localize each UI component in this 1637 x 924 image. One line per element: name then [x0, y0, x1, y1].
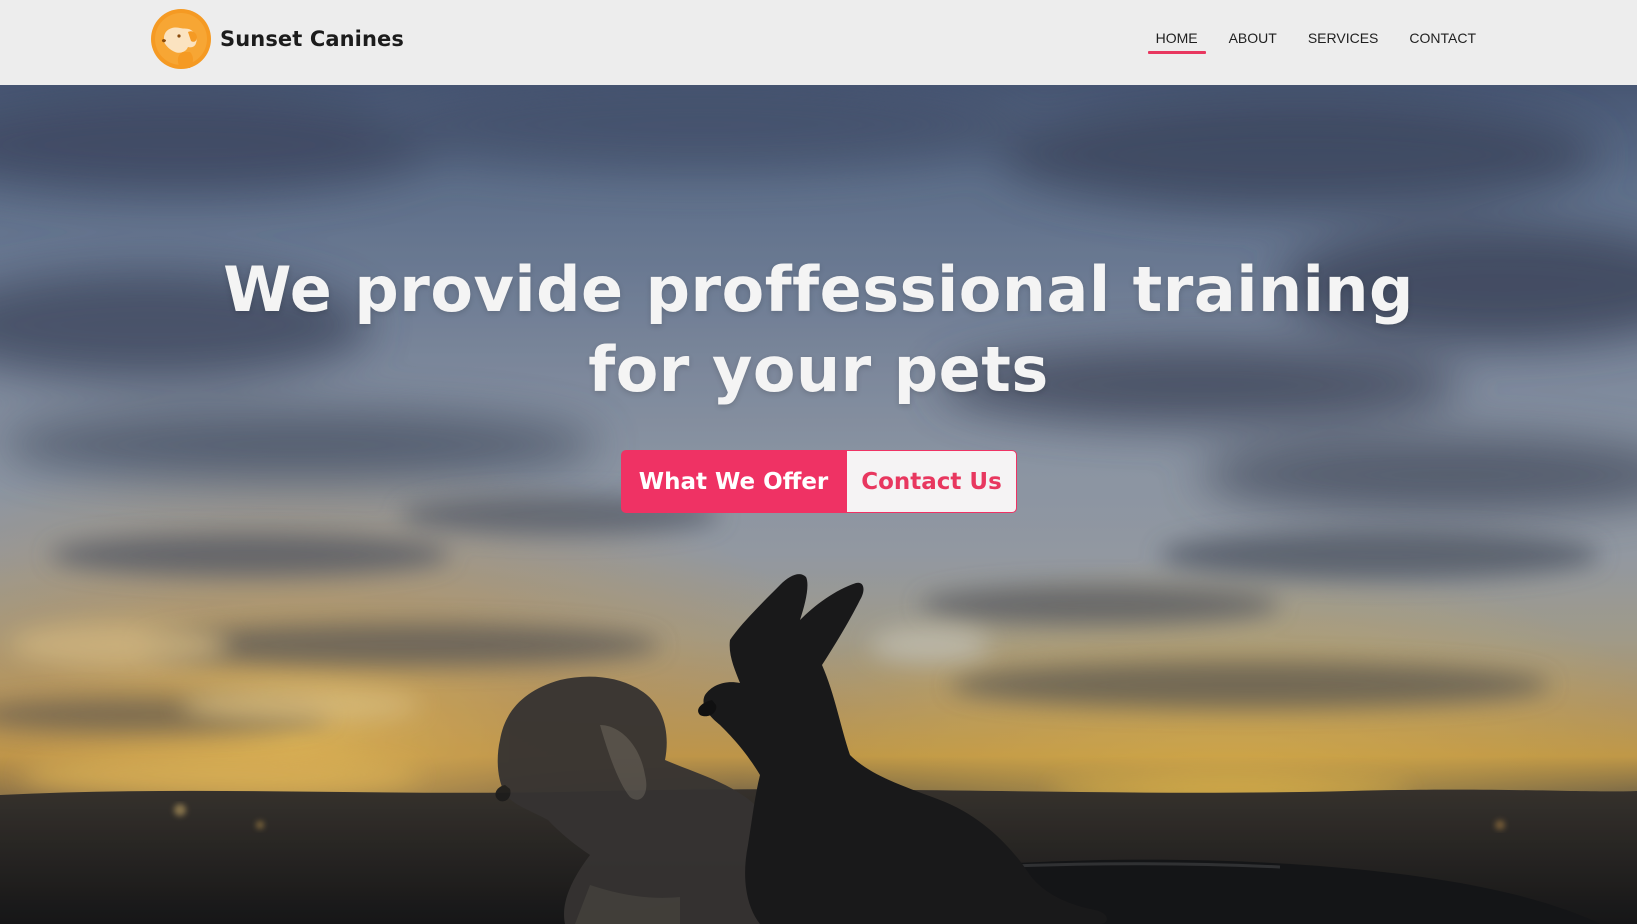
- hero-section: We provide proffessional training for yo…: [0, 85, 1637, 924]
- nav-home[interactable]: HOME: [1147, 30, 1206, 54]
- what-we-offer-button[interactable]: What We Offer: [621, 450, 846, 513]
- brand-name: Sunset Canines: [220, 27, 404, 51]
- hero-title-line2: for your pets: [588, 333, 1049, 406]
- nav-contact[interactable]: CONTACT: [1409, 30, 1476, 52]
- page: Sunset Canines HOME ABOUT SERVICES CONTA…: [0, 0, 1637, 924]
- main-nav: HOME ABOUT SERVICES CONTACT: [1125, 30, 1476, 54]
- hero-title: We provide proffessional training for yo…: [200, 250, 1437, 410]
- nav-about[interactable]: ABOUT: [1229, 30, 1277, 52]
- site-header: Sunset Canines HOME ABOUT SERVICES CONTA…: [0, 0, 1637, 85]
- brand[interactable]: Sunset Canines: [150, 8, 404, 70]
- nav-services[interactable]: SERVICES: [1308, 30, 1379, 52]
- hero-title-line1: We provide proffessional training: [223, 253, 1414, 326]
- dog-sun-logo-icon: [151, 9, 211, 69]
- cta-button-group: What We Offer Contact Us: [621, 450, 1017, 513]
- contact-us-button[interactable]: Contact Us: [846, 450, 1017, 513]
